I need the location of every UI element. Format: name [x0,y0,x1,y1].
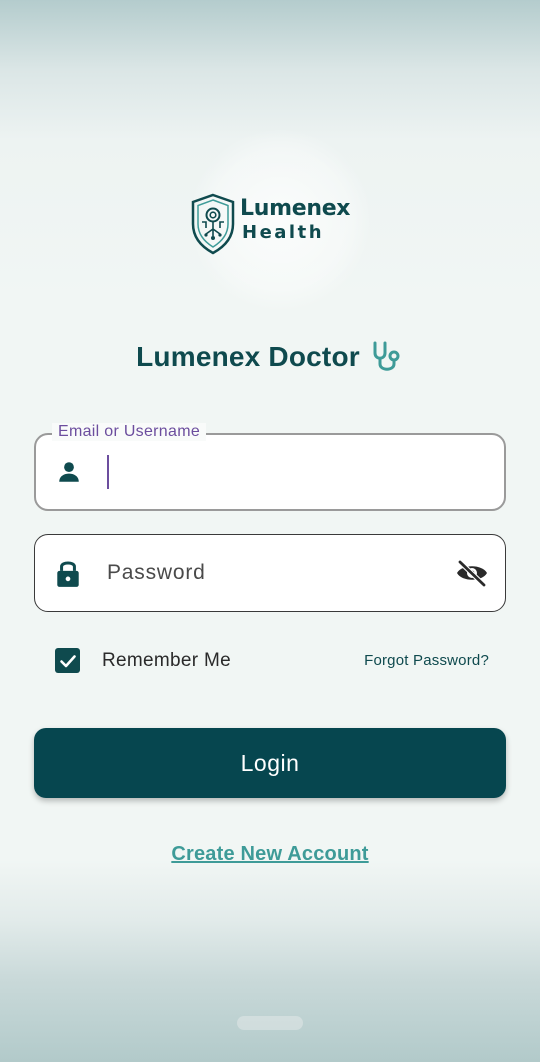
app-title-row: Lumenex Doctor [0,340,540,374]
email-field[interactable]: Email or Username [34,423,506,511]
logo-wordmark: Lumenex [240,196,351,221]
stethoscope-icon [373,341,400,371]
logo-subwordmark: Health [242,222,325,243]
remember-me-checkbox[interactable] [55,648,80,673]
forgot-password-link[interactable]: Forgot Password? [364,652,489,669]
password-placeholder: Password [107,561,206,584]
eye-off-icon[interactable] [455,559,489,587]
brand-logo: Lumenex Health [190,192,351,256]
password-field[interactable]: Password [34,534,506,612]
app-title: Lumenex Doctor [136,341,360,372]
faded-watermark-icon [237,1016,303,1030]
email-field-label: Email or Username [52,423,207,441]
text-cursor [107,455,109,489]
lock-icon [57,561,79,587]
remember-me-row[interactable]: Remember Me [55,648,231,673]
footer-faded-mark [0,1010,540,1040]
create-account-link[interactable]: Create New Account [171,843,368,865]
checkmark-icon [59,654,76,667]
login-button[interactable]: Login [34,728,506,798]
person-icon [59,462,79,482]
shield-logo-icon [191,193,235,255]
create-account-row: Create New Account [0,843,540,866]
remember-me-label: Remember Me [102,649,231,671]
